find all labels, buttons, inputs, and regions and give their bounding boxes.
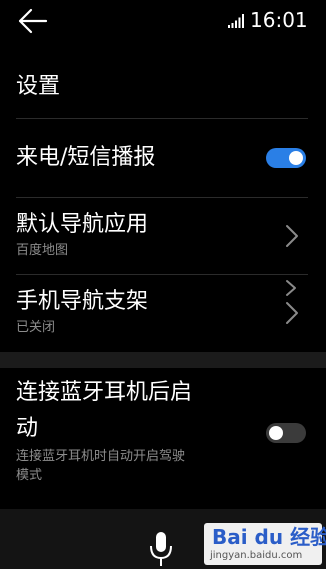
- setting-row-default-nav-app[interactable]: 默认导航应用 百度地图: [0, 198, 326, 274]
- baidu-jingyan-watermark: Bai du 经验 jingyan.baidu.com: [204, 523, 326, 565]
- setting-subtitle-bluetooth-headset-launch-line2: 模式: [16, 468, 43, 483]
- setting-subtitle-default-nav-app: 百度地图: [16, 243, 69, 258]
- setting-subtitle-bluetooth-headset-launch-line1: 连接蓝牙耳机时自动开启驾驶: [16, 449, 186, 464]
- status-bar: 16:01: [0, 0, 326, 44]
- watermark-url: jingyan.baidu.com: [210, 550, 303, 561]
- page-title: 设置: [16, 74, 61, 99]
- microphone-icon[interactable]: [148, 530, 174, 568]
- signal-icon: [228, 14, 244, 28]
- chevron-right-icon: [286, 302, 298, 324]
- setting-title-phone-nav-mount: 手机导航支架: [16, 289, 149, 314]
- back-arrow-icon[interactable]: [18, 8, 48, 34]
- bluetooth-headset-launch-toggle[interactable]: [266, 423, 306, 443]
- setting-title-default-nav-app: 默认导航应用: [16, 212, 149, 237]
- setting-row-phone-nav-mount[interactable]: 手机导航支架 已关闭: [0, 275, 326, 351]
- setting-row-bluetooth-headset-launch[interactable]: 连接蓝牙耳机后启 动 连接蓝牙耳机时自动开启驾驶 模式: [0, 368, 326, 498]
- chevron-right-icon: [286, 225, 298, 247]
- call-sms-broadcast-toggle[interactable]: [266, 148, 306, 168]
- toggle-knob: [289, 151, 303, 165]
- setting-title-bluetooth-headset-launch-line1: 连接蓝牙耳机后启: [16, 380, 193, 405]
- toggle-knob: [269, 426, 283, 440]
- bottom-bar: Bai du 经验 jingyan.baidu.com: [0, 509, 326, 569]
- setting-title-call-sms-broadcast: 来电/短信播报: [16, 145, 156, 170]
- setting-title-bluetooth-headset-launch-line2: 动: [16, 416, 39, 441]
- watermark-brand: Bai du 经验: [212, 525, 326, 549]
- section-separator: [0, 352, 326, 368]
- setting-subtitle-phone-nav-mount: 已关闭: [16, 320, 56, 335]
- chevron-right-icon: [286, 280, 296, 296]
- status-time: 16:01: [250, 8, 308, 32]
- setting-row-call-sms-broadcast[interactable]: 来电/短信播报: [0, 119, 326, 197]
